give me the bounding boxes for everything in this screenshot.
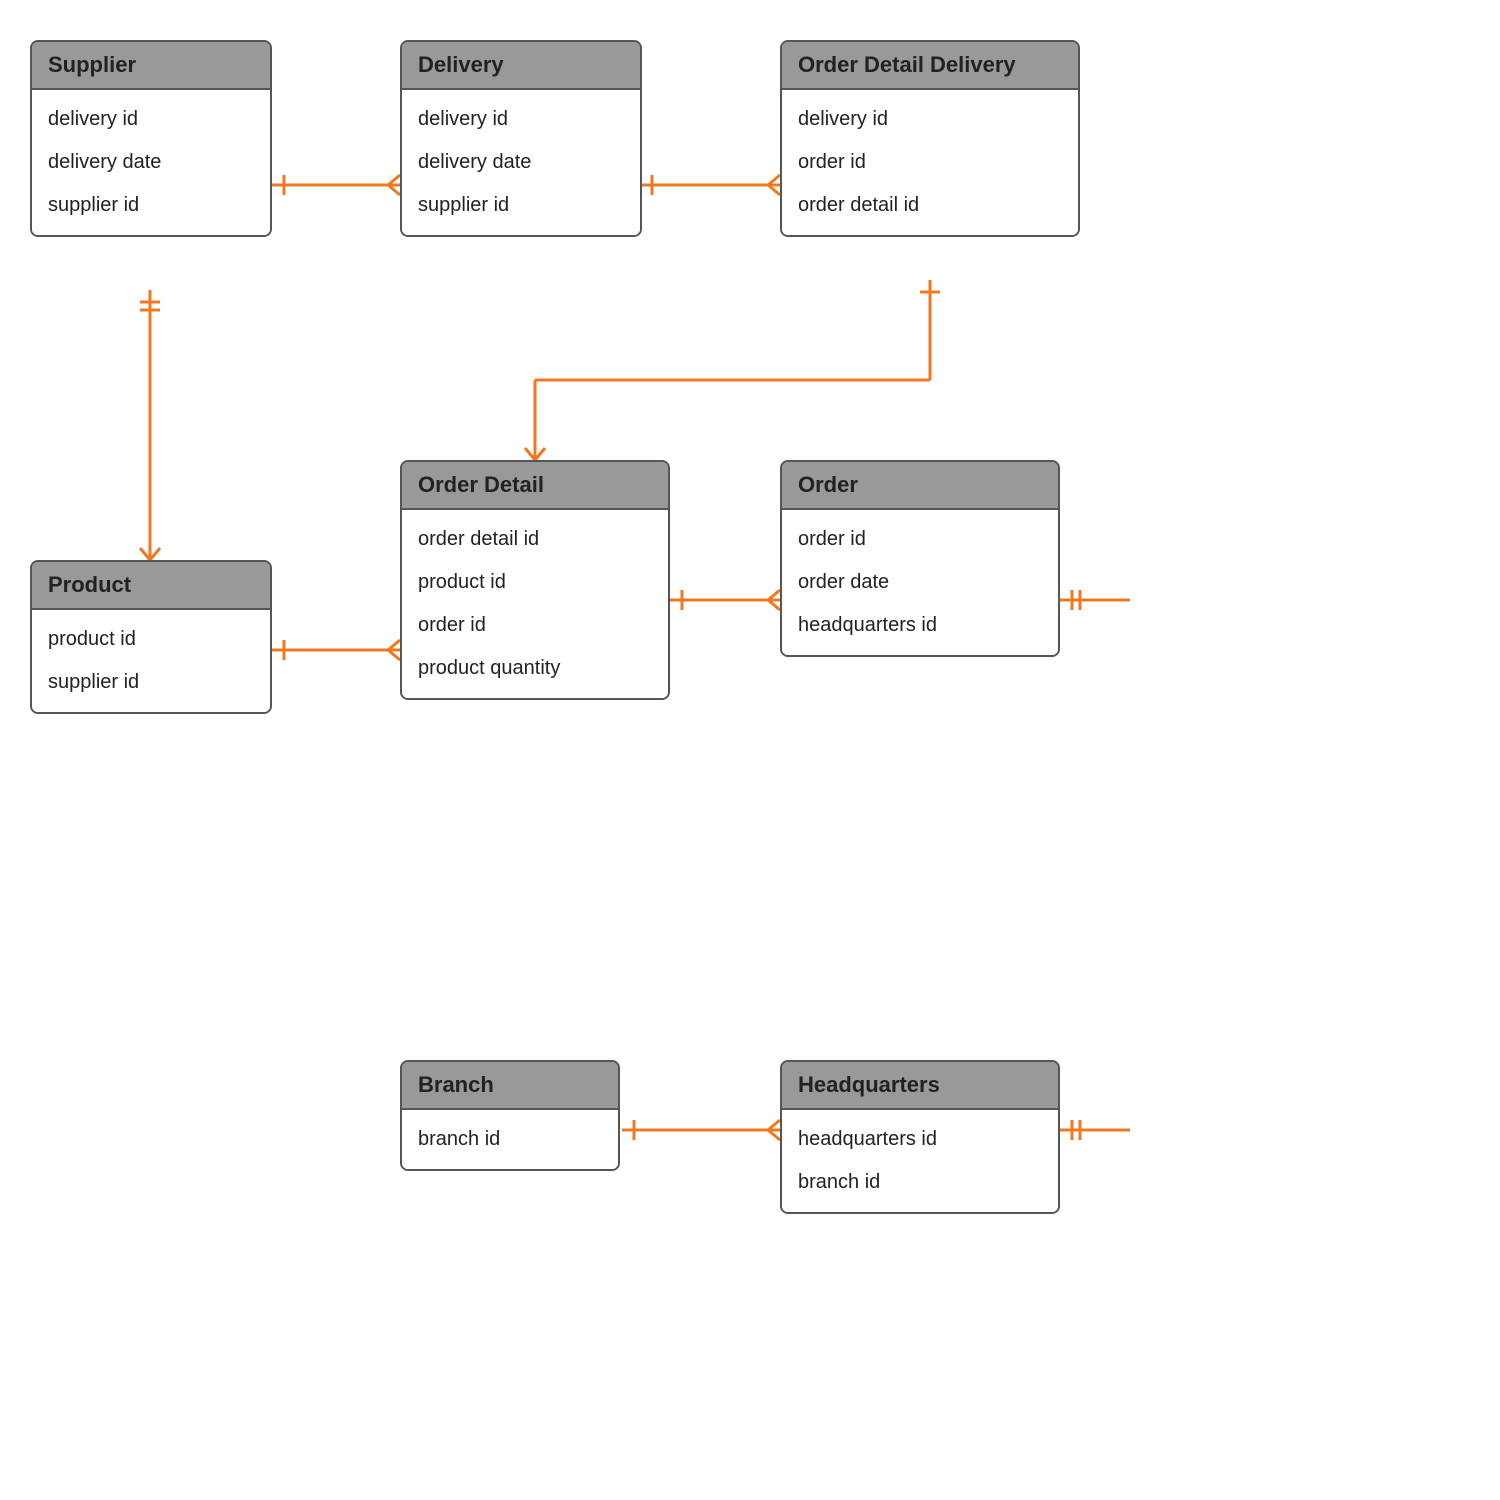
branch-table-header: Branch [402,1062,618,1110]
headquarters-table-body: headquarters id branch id [782,1110,1058,1212]
branch-table-body: branch id [402,1110,618,1169]
order-detail-delivery-table-body: delivery id order id order detail id [782,90,1078,235]
headquarters-table-header: Headquarters [782,1062,1058,1110]
delivery-table-header: Delivery [402,42,640,90]
table-row: order date [782,561,1058,604]
order-detail-delivery-table-header: Order Detail Delivery [782,42,1078,90]
table-row: product id [402,561,668,604]
supplier-table: Supplier delivery id delivery date suppl… [30,40,272,237]
branch-table: Branch branch id [400,1060,620,1171]
table-row: order id [782,518,1058,561]
order-detail-delivery-table: Order Detail Delivery delivery id order … [780,40,1080,237]
table-row: headquarters id [782,604,1058,647]
delivery-table-body: delivery id delivery date supplier id [402,90,640,235]
diagram-container: Supplier delivery id delivery date suppl… [0,0,1500,1500]
table-row: order id [782,141,1078,184]
table-row: order detail id [402,518,668,561]
delivery-table: Delivery delivery id delivery date suppl… [400,40,642,237]
table-row: branch id [782,1161,1058,1204]
supplier-table-body: delivery id delivery date supplier id [32,90,270,235]
table-row: order detail id [782,184,1078,227]
supplier-table-header: Supplier [32,42,270,90]
product-table: Product product id supplier id [30,560,272,714]
table-row: delivery date [32,141,270,184]
product-table-header: Product [32,562,270,610]
order-detail-table-header: Order Detail [402,462,668,510]
order-detail-table: Order Detail order detail id product id … [400,460,670,700]
order-detail-table-body: order detail id product id order id prod… [402,510,668,698]
table-row: delivery date [402,141,640,184]
order-table: Order order id order date headquarters i… [780,460,1060,657]
table-row: delivery id [32,98,270,141]
table-row: supplier id [32,661,270,704]
order-table-body: order id order date headquarters id [782,510,1058,655]
table-row: supplier id [32,184,270,227]
table-row: product id [32,618,270,661]
product-table-body: product id supplier id [32,610,270,712]
table-row: order id [402,604,668,647]
table-row: branch id [402,1118,618,1161]
order-table-header: Order [782,462,1058,510]
table-row: delivery id [402,98,640,141]
table-row: supplier id [402,184,640,227]
table-row: delivery id [782,98,1078,141]
table-row: headquarters id [782,1118,1058,1161]
table-row: product quantity [402,647,668,690]
headquarters-table: Headquarters headquarters id branch id [780,1060,1060,1214]
